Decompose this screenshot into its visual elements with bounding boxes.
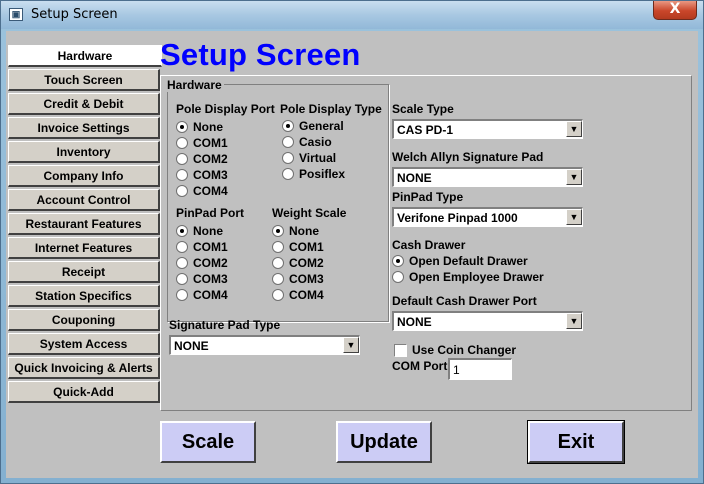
page-title: Setup Screen <box>160 37 361 72</box>
sidebar-item-quick-add[interactable]: Quick-Add <box>8 381 160 403</box>
pole-port-none-radio[interactable]: None <box>176 120 223 136</box>
radio-icon <box>272 241 284 253</box>
radio-selected-icon <box>176 121 188 133</box>
open-default-drawer-radio[interactable]: Open Default Drawer <box>392 254 528 270</box>
sidebar-item-couponing[interactable]: Couponing <box>8 309 160 331</box>
hardware-panel: Hardware Pole Display Port None COM1 COM… <box>160 75 692 411</box>
weight-scale-none-radio[interactable]: None <box>272 224 319 240</box>
setup-window: ▣ Setup Screen X Hardware Touch Screen C… <box>0 0 704 484</box>
title-bar[interactable]: ▣ Setup Screen X <box>1 1 703 29</box>
default-cash-drawer-port-label: Default Cash Drawer Port <box>392 294 537 308</box>
welch-allyn-label: Welch Allyn Signature Pad <box>392 150 544 164</box>
weight-scale-com4-radio[interactable]: COM4 <box>272 288 324 304</box>
sidebar-item-credit-debit[interactable]: Credit & Debit <box>8 93 160 115</box>
close-button[interactable]: X <box>653 1 697 20</box>
pole-display-port-label: Pole Display Port <box>176 102 275 116</box>
chevron-down-icon[interactable]: ▼ <box>566 313 582 329</box>
pinpad-port-com4-radio[interactable]: COM4 <box>176 288 228 304</box>
hardware-group-label: Hardware <box>165 78 224 92</box>
radio-icon <box>176 257 188 269</box>
app-icon: ▣ <box>9 8 23 21</box>
window-title: Setup Screen <box>31 7 118 22</box>
scale-type-value: CAS PD-1 <box>397 123 454 137</box>
radio-icon <box>176 153 188 165</box>
scale-type-dropdown[interactable]: CAS PD-1 ▼ <box>392 119 583 139</box>
radio-icon <box>272 289 284 301</box>
pole-port-com4-radio[interactable]: COM4 <box>176 184 228 200</box>
pole-port-com1-radio[interactable]: COM1 <box>176 136 228 152</box>
scale-type-label: Scale Type <box>392 102 454 116</box>
client-area: Hardware Touch Screen Credit & Debit Inv… <box>6 31 698 478</box>
radio-icon <box>176 273 188 285</box>
weight-scale-com2-radio[interactable]: COM2 <box>272 256 324 272</box>
use-coin-changer-label: Use Coin Changer <box>412 343 517 357</box>
cash-drawer-label: Cash Drawer <box>392 238 466 252</box>
radio-icon <box>272 257 284 269</box>
sidebar-item-station-specifics[interactable]: Station Specifics <box>8 285 160 307</box>
sidebar-item-inventory[interactable]: Inventory <box>8 141 160 163</box>
pinpad-port-none-radio[interactable]: None <box>176 224 223 240</box>
radio-selected-icon <box>272 225 284 237</box>
chevron-down-icon[interactable]: ▼ <box>343 337 359 353</box>
pole-type-general-radio[interactable]: General <box>282 119 344 135</box>
weight-scale-com3-radio[interactable]: COM3 <box>272 272 324 288</box>
radio-selected-icon <box>282 120 294 132</box>
pole-type-posiflex-radio[interactable]: Posiflex <box>282 167 345 183</box>
use-coin-changer-checkbox[interactable] <box>394 344 407 357</box>
sidebar-item-company-info[interactable]: Company Info <box>8 165 160 187</box>
sidebar-item-account-control[interactable]: Account Control <box>8 189 160 211</box>
radio-icon <box>282 168 294 180</box>
pinpad-type-value: Verifone Pinpad 1000 <box>397 211 518 225</box>
com-port-label: COM Port <box>392 359 448 373</box>
exit-button[interactable]: Exit <box>527 420 625 464</box>
sidebar-item-invoice-settings[interactable]: Invoice Settings <box>8 117 160 139</box>
open-employee-drawer-radio[interactable]: Open Employee Drawer <box>392 270 544 286</box>
com-port-input[interactable] <box>448 358 512 380</box>
radio-icon <box>176 289 188 301</box>
signature-pad-type-dropdown[interactable]: NONE ▼ <box>169 335 360 355</box>
radio-icon <box>176 169 188 181</box>
scale-button[interactable]: Scale <box>160 421 256 463</box>
signature-pad-type-label: Signature Pad Type <box>169 318 281 332</box>
pinpad-port-com1-radio[interactable]: COM1 <box>176 240 228 256</box>
sidebar-item-restaurant-features[interactable]: Restaurant Features <box>8 213 160 235</box>
update-button[interactable]: Update <box>336 421 432 463</box>
radio-icon <box>392 271 404 283</box>
sidebar: Hardware Touch Screen Credit & Debit Inv… <box>8 45 162 405</box>
pole-display-type-label: Pole Display Type <box>280 102 382 116</box>
pole-port-com3-radio[interactable]: COM3 <box>176 168 228 184</box>
sidebar-item-touch-screen[interactable]: Touch Screen <box>8 69 160 91</box>
radio-selected-icon <box>176 225 188 237</box>
chevron-down-icon[interactable]: ▼ <box>566 209 582 225</box>
radio-icon <box>176 241 188 253</box>
chevron-down-icon[interactable]: ▼ <box>566 169 582 185</box>
sidebar-item-internet-features[interactable]: Internet Features <box>8 237 160 259</box>
pinpad-port-com2-radio[interactable]: COM2 <box>176 256 228 272</box>
default-cash-drawer-port-dropdown[interactable]: NONE ▼ <box>392 311 583 331</box>
pinpad-port-com3-radio[interactable]: COM3 <box>176 272 228 288</box>
radio-icon <box>176 137 188 149</box>
radio-selected-icon <box>392 255 404 267</box>
weight-scale-com1-radio[interactable]: COM1 <box>272 240 324 256</box>
sidebar-item-quick-invoicing-alerts[interactable]: Quick Invoicing & Alerts <box>8 357 160 379</box>
sidebar-item-hardware[interactable]: Hardware <box>8 45 162 67</box>
pinpad-port-label: PinPad Port <box>176 206 245 220</box>
sidebar-item-system-access[interactable]: System Access <box>8 333 160 355</box>
radio-icon <box>272 273 284 285</box>
pinpad-type-label: PinPad Type <box>392 190 464 204</box>
pole-type-casio-radio[interactable]: Casio <box>282 135 332 151</box>
pinpad-type-dropdown[interactable]: Verifone Pinpad 1000 ▼ <box>392 207 583 227</box>
pole-type-virtual-radio[interactable]: Virtual <box>282 151 336 167</box>
default-cash-drawer-port-value: NONE <box>397 315 432 329</box>
sidebar-item-receipt[interactable]: Receipt <box>8 261 160 283</box>
welch-allyn-dropdown[interactable]: NONE ▼ <box>392 167 583 187</box>
radio-icon <box>176 185 188 197</box>
welch-allyn-value: NONE <box>397 171 432 185</box>
signature-pad-type-value: NONE <box>174 339 209 353</box>
pole-port-com2-radio[interactable]: COM2 <box>176 152 228 168</box>
chevron-down-icon[interactable]: ▼ <box>566 121 582 137</box>
weight-scale-label: Weight Scale <box>272 206 347 220</box>
radio-icon <box>282 136 294 148</box>
radio-icon <box>282 152 294 164</box>
